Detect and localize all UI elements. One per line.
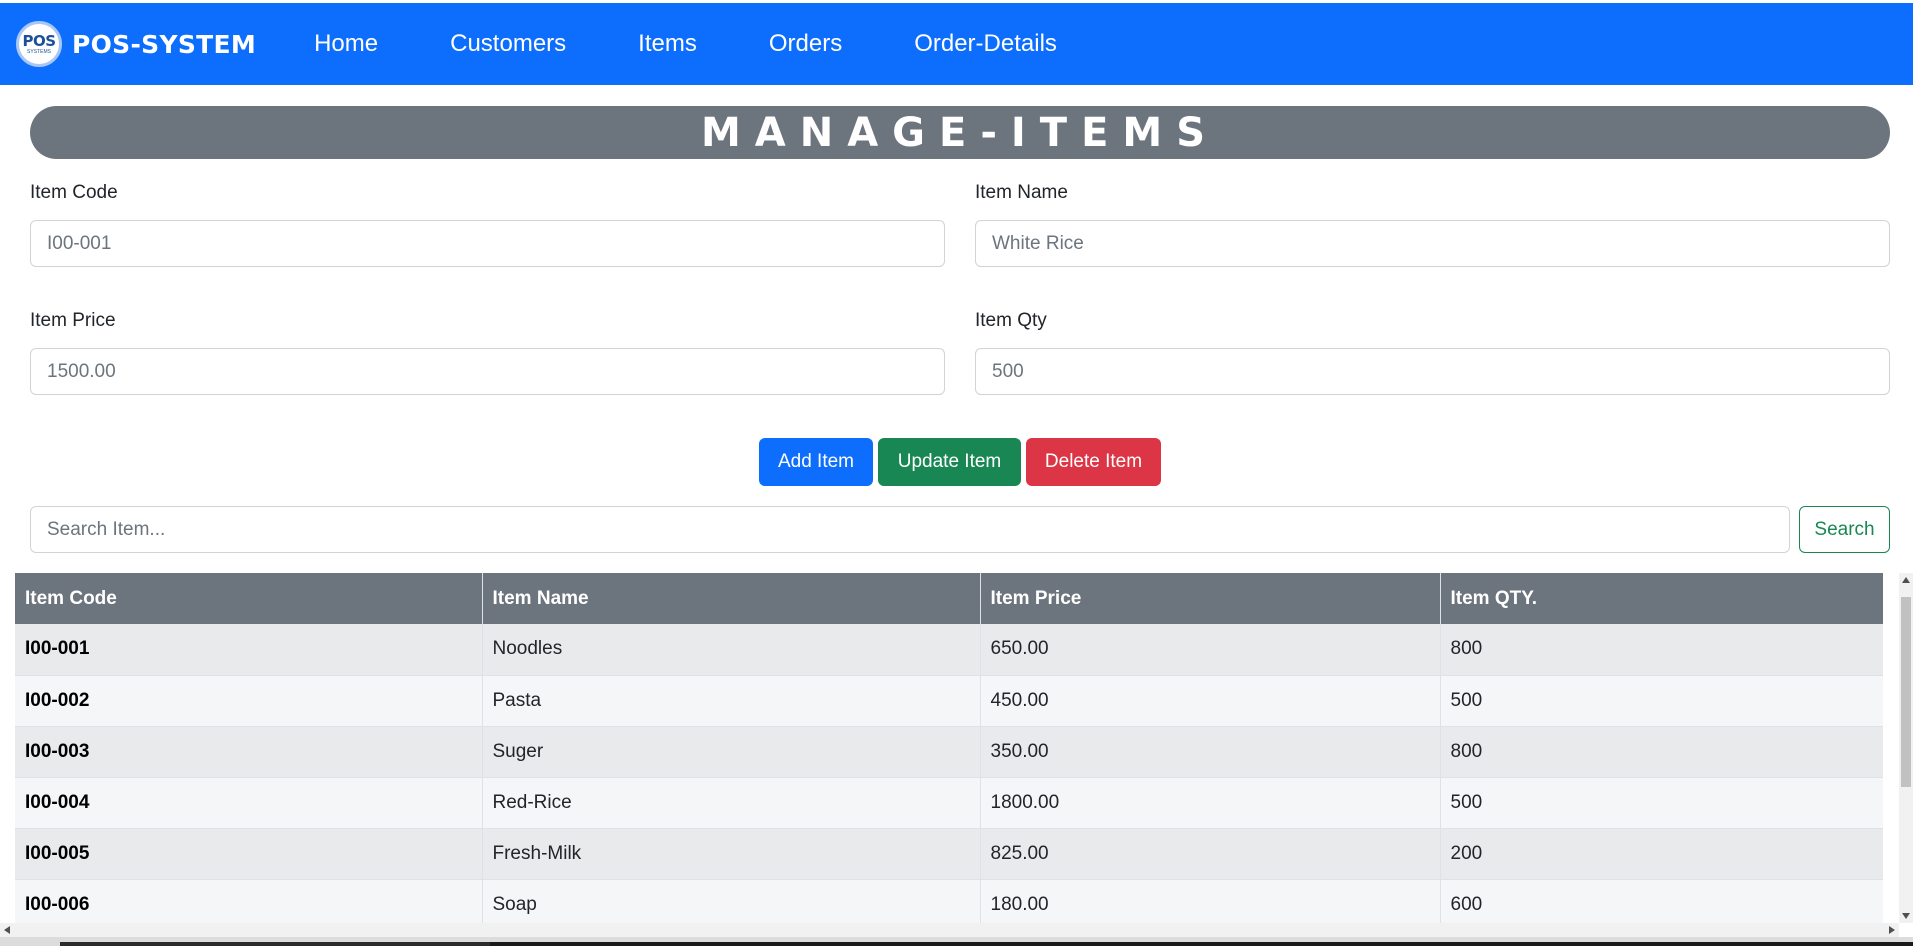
logo-subtext: SYSTEMS <box>27 48 51 55</box>
cell-item-price: 450.00 <box>980 675 1441 727</box>
cell-item-code: I00-002 <box>15 675 483 727</box>
nav-link-order-details[interactable]: Order-Details <box>914 30 1057 58</box>
cell-item-code: I00-001 <box>15 624 483 676</box>
cell-item-qty: 800 <box>1440 624 1883 676</box>
cell-item-qty: 600 <box>1440 879 1883 923</box>
update-item-button[interactable]: Update Item <box>878 438 1021 486</box>
item-name-group: Item Name White Rice <box>975 182 1890 267</box>
cell-item-qty: 800 <box>1440 726 1883 778</box>
table-row[interactable]: I00-002 Pasta 450.00 500 <box>15 675 1883 727</box>
top-navbar: POS SYSTEMS POS-SYSTEM Home Customers It… <box>0 3 1913 85</box>
cell-item-qty: 500 <box>1440 777 1883 829</box>
header-item-code[interactable]: Item Code <box>15 573 483 624</box>
cell-item-code: I00-006 <box>15 879 483 923</box>
item-name-input[interactable]: White Rice <box>975 220 1890 267</box>
cell-item-price: 180.00 <box>980 879 1441 923</box>
cell-item-qty: 500 <box>1440 675 1883 727</box>
nav-link-customers[interactable]: Customers <box>450 30 566 58</box>
header-item-price[interactable]: Item Price <box>980 573 1441 624</box>
table-row[interactable]: I00-004 Red-Rice 1800.00 500 <box>15 777 1883 829</box>
cell-item-code: I00-005 <box>15 828 483 880</box>
item-price-input[interactable]: 1500.00 <box>30 348 945 395</box>
vertical-scrollbar[interactable] <box>1899 573 1913 923</box>
nav-link-items[interactable]: Items <box>638 30 697 58</box>
nav-link-home[interactable]: Home <box>314 30 378 58</box>
scroll-left-arrow-icon[interactable] <box>4 926 10 934</box>
scroll-down-arrow-icon[interactable] <box>1902 913 1910 919</box>
cell-item-price: 825.00 <box>980 828 1441 880</box>
logo-text: POS <box>22 31 56 50</box>
pos-logo-icon: POS SYSTEMS <box>16 21 62 67</box>
item-price-group: Item Price 1500.00 <box>30 310 945 395</box>
item-qty-group: Item Qty 500 <box>975 310 1890 395</box>
items-table: Item Code Item Name Item Price Item QTY.… <box>15 573 1883 923</box>
search-item-input[interactable]: Search Item... <box>30 506 1790 553</box>
item-code-group: Item Code I00-001 <box>30 182 945 267</box>
cell-item-name: Pasta <box>482 675 981 727</box>
page-title: MANAGE-ITEMS <box>700 109 1220 156</box>
table-row[interactable]: I00-003 Suger 350.00 800 <box>15 726 1883 778</box>
table-row[interactable]: I00-005 Fresh-Milk 825.00 200 <box>15 828 1883 880</box>
cell-item-name: Red-Rice <box>482 777 981 829</box>
table-row[interactable]: I00-006 Soap 180.00 600 <box>15 879 1883 923</box>
item-qty-input[interactable]: 500 <box>975 348 1890 395</box>
cell-item-price: 350.00 <box>980 726 1441 778</box>
vertical-scroll-thumb[interactable] <box>1901 597 1911 787</box>
items-table-container: Item Code Item Name Item Price Item QTY.… <box>15 573 1883 923</box>
table-header-row: Item Code Item Name Item Price Item QTY. <box>15 573 1883 624</box>
cell-item-price: 650.00 <box>980 624 1441 676</box>
cell-item-code: I00-004 <box>15 777 483 829</box>
item-price-label: Item Price <box>30 310 116 331</box>
window-bottom-edge <box>0 937 1913 946</box>
bottom-edge-segment <box>60 942 490 946</box>
nav-links: Home Customers Items Orders Order-Detail… <box>314 30 1129 58</box>
search-button[interactable]: Search <box>1799 506 1890 553</box>
item-code-label: Item Code <box>30 182 118 203</box>
nav-link-orders[interactable]: Orders <box>769 30 842 58</box>
cell-item-code: I00-003 <box>15 726 483 778</box>
delete-item-button[interactable]: Delete Item <box>1026 438 1161 486</box>
brand-name: POS-SYSTEM <box>72 29 257 59</box>
page-title-bar: MANAGE-ITEMS <box>30 106 1890 159</box>
cell-item-name: Fresh-Milk <box>482 828 981 880</box>
bottom-edge-segment <box>490 942 1913 946</box>
cell-item-name: Noodles <box>482 624 981 676</box>
scroll-right-arrow-icon[interactable] <box>1889 926 1895 934</box>
cell-item-qty: 200 <box>1440 828 1883 880</box>
cell-item-name: Suger <box>482 726 981 778</box>
item-qty-label: Item Qty <box>975 310 1047 331</box>
horizontal-scrollbar[interactable] <box>0 923 1899 937</box>
item-code-input[interactable]: I00-001 <box>30 220 945 267</box>
scroll-up-arrow-icon[interactable] <box>1902 577 1910 583</box>
item-name-label: Item Name <box>975 182 1068 203</box>
table-row[interactable]: I00-001 Noodles 650.00 800 <box>15 624 1883 676</box>
header-item-name[interactable]: Item Name <box>482 573 981 624</box>
header-item-qty[interactable]: Item QTY. <box>1440 573 1883 624</box>
brand[interactable]: POS SYSTEMS POS-SYSTEM <box>16 21 256 67</box>
cell-item-price: 1800.00 <box>980 777 1441 829</box>
cell-item-name: Soap <box>482 879 981 923</box>
add-item-button[interactable]: Add Item <box>759 438 873 486</box>
